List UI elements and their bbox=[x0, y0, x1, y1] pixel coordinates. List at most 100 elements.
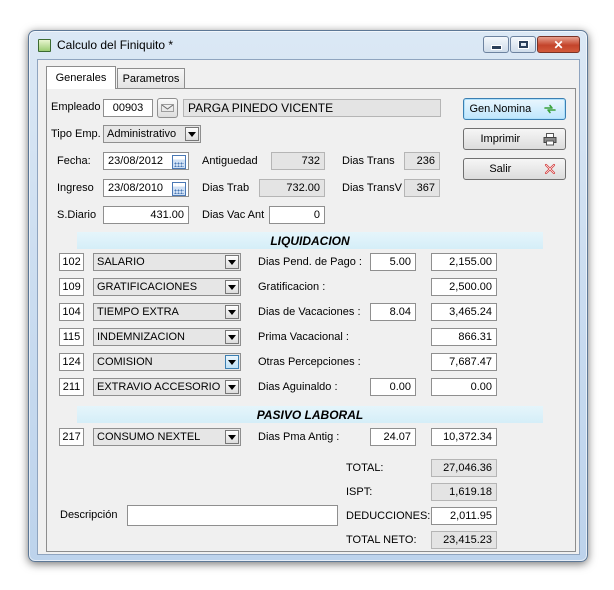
calendar-icon[interactable] bbox=[172, 182, 186, 196]
title-bar[interactable]: Calculo del Finiquito * ✕ bbox=[29, 31, 587, 59]
dias-trans-field: 236 bbox=[404, 152, 440, 170]
window-title: Calculo del Finiquito * bbox=[57, 38, 174, 52]
amount-field[interactable]: 2,155.00 bbox=[431, 253, 497, 271]
salir-label: Salir bbox=[489, 163, 512, 175]
days-field[interactable]: 5.00 bbox=[370, 253, 416, 271]
tab-parametros[interactable]: Parametros bbox=[117, 68, 185, 89]
concept-select[interactable]: EXTRAVIO ACCESORIO bbox=[93, 378, 241, 396]
liquidacion-header: LIQUIDACION bbox=[77, 232, 543, 249]
concept-code-field[interactable]: 109 bbox=[59, 278, 84, 296]
concept-code-field[interactable]: 211 bbox=[59, 378, 84, 396]
empleado-code-field[interactable]: 00903 bbox=[103, 99, 153, 117]
row-label: Otras Percepciones : bbox=[258, 356, 361, 368]
tab-generales[interactable]: Generales bbox=[46, 66, 116, 89]
dropdown-arrow-icon[interactable] bbox=[225, 305, 239, 319]
dropdown-arrow-icon[interactable] bbox=[225, 430, 239, 444]
ispt-label: ISPT: bbox=[346, 486, 373, 498]
days-field[interactable]: 8.04 bbox=[370, 303, 416, 321]
deducciones-field[interactable]: 2,011.95 bbox=[431, 507, 497, 525]
dropdown-arrow-icon[interactable] bbox=[225, 380, 239, 394]
minimize-icon bbox=[490, 45, 502, 50]
concept-value: INDEMNIZACION bbox=[97, 331, 185, 343]
generales-panel: Empleado 00903 PARGA PINEDO VICENTE Tipo… bbox=[46, 88, 576, 552]
imprimir-button[interactable]: Imprimir bbox=[463, 128, 566, 150]
client-area: Generales Parametros Empleado 00903 PARG… bbox=[37, 59, 580, 555]
empleado-lookup-button[interactable] bbox=[157, 98, 178, 118]
concept-select[interactable]: CONSUMO NEXTEL bbox=[93, 428, 241, 446]
ingreso-value: 23/08/2010 bbox=[108, 182, 164, 194]
salir-button[interactable]: Salir bbox=[463, 158, 566, 180]
concept-value: COMISION bbox=[97, 356, 153, 368]
concept-select[interactable]: COMISION bbox=[93, 353, 241, 371]
dropdown-arrow-icon[interactable] bbox=[225, 280, 239, 294]
gen-nomina-button[interactable]: Gen.Nomina bbox=[463, 98, 566, 120]
imprimir-label: Imprimir bbox=[480, 133, 521, 145]
row-label: Prima Vacacional : bbox=[258, 331, 349, 343]
dias-transv-label: Dias TransV bbox=[342, 182, 402, 194]
tipo-emp-select[interactable]: Administrativo bbox=[103, 125, 201, 143]
minimize-button[interactable] bbox=[483, 36, 509, 53]
dias-transv-field: 367 bbox=[404, 179, 440, 197]
total-label: TOTAL: bbox=[346, 462, 384, 474]
concept-code-field[interactable]: 115 bbox=[59, 328, 84, 346]
amount-field[interactable]: 866.31 bbox=[431, 328, 497, 346]
antiguedad-label: Antiguedad bbox=[202, 155, 258, 167]
sdiario-label: S.Diario bbox=[57, 209, 97, 221]
gen-nomina-label: Gen.Nomina bbox=[469, 103, 532, 115]
amount-field[interactable]: 2,500.00 bbox=[431, 278, 497, 296]
descripcion-label: Descripción bbox=[60, 509, 118, 521]
concept-select[interactable]: SALARIO bbox=[93, 253, 241, 271]
concept-select[interactable]: TIEMPO EXTRA bbox=[93, 303, 241, 321]
dropdown-arrow-icon[interactable] bbox=[225, 330, 239, 344]
amount-field[interactable]: 3,465.24 bbox=[431, 303, 497, 321]
row-label: Gratificacion : bbox=[258, 281, 326, 293]
close-window-button[interactable]: ✕ bbox=[537, 36, 580, 53]
concept-code-field[interactable]: 104 bbox=[59, 303, 84, 321]
ingreso-label: Ingreso bbox=[57, 182, 94, 194]
concept-value: EXTRAVIO ACCESORIO bbox=[97, 381, 221, 393]
days-field[interactable]: 0.00 bbox=[370, 378, 416, 396]
tipo-emp-label: Tipo Emp. bbox=[51, 128, 101, 140]
concept-code-field[interactable]: 124 bbox=[59, 353, 84, 371]
days-field[interactable]: 24.07 bbox=[370, 428, 416, 446]
sdiario-field[interactable]: 431.00 bbox=[103, 206, 189, 224]
amount-field[interactable]: 7,687.47 bbox=[431, 353, 497, 371]
pasivo-laboral-header: PASIVO LABORAL bbox=[77, 406, 543, 423]
dropdown-arrow-icon[interactable] bbox=[225, 355, 239, 369]
concept-value: TIEMPO EXTRA bbox=[97, 306, 179, 318]
calendar-icon[interactable] bbox=[172, 155, 186, 169]
antiguedad-field: 732 bbox=[271, 152, 325, 170]
app-icon bbox=[38, 39, 51, 52]
dropdown-arrow-icon[interactable] bbox=[225, 255, 239, 269]
amount-field[interactable]: 10,372.34 bbox=[431, 428, 497, 446]
envelope-icon bbox=[161, 104, 174, 112]
descripcion-input[interactable] bbox=[127, 505, 338, 526]
dropdown-arrow-icon[interactable] bbox=[185, 127, 199, 141]
total-neto-field: 23,415.23 bbox=[431, 531, 497, 549]
row-label: Dias Pend. de Pago : bbox=[258, 256, 362, 268]
dias-trans-label: Dias Trans bbox=[342, 155, 395, 167]
dias-trab-field: 732.00 bbox=[259, 179, 325, 197]
finiquito-window: Calculo del Finiquito * ✕ Generales Para… bbox=[28, 30, 588, 562]
row-label: Dias Aguinaldo : bbox=[258, 381, 338, 393]
fecha-label: Fecha: bbox=[57, 155, 91, 167]
maximize-button[interactable] bbox=[510, 36, 536, 53]
refresh-arrows-icon bbox=[544, 104, 556, 114]
concept-code-field[interactable]: 217 bbox=[59, 428, 84, 446]
row-label: Dias Pma Antig : bbox=[258, 431, 340, 443]
concept-value: GRATIFICACIONES bbox=[97, 281, 198, 293]
fecha-value: 23/08/2012 bbox=[108, 155, 164, 167]
total-neto-label: TOTAL NETO: bbox=[346, 534, 417, 546]
dias-vac-ant-label: Dias Vac Ant bbox=[202, 209, 265, 221]
empleado-name-field: PARGA PINEDO VICENTE bbox=[183, 99, 441, 117]
amount-field[interactable]: 0.00 bbox=[431, 378, 497, 396]
fecha-field[interactable]: 23/08/2012 bbox=[103, 152, 189, 170]
concept-code-field[interactable]: 102 bbox=[59, 253, 84, 271]
tipo-emp-value: Administrativo bbox=[107, 128, 177, 140]
concept-select[interactable]: INDEMNIZACION bbox=[93, 328, 241, 346]
concept-select[interactable]: GRATIFICACIONES bbox=[93, 278, 241, 296]
ingreso-field[interactable]: 23/08/2010 bbox=[103, 179, 189, 197]
dias-vac-ant-field[interactable]: 0 bbox=[269, 206, 325, 224]
ispt-field: 1,619.18 bbox=[431, 483, 497, 501]
printer-icon bbox=[543, 133, 557, 146]
